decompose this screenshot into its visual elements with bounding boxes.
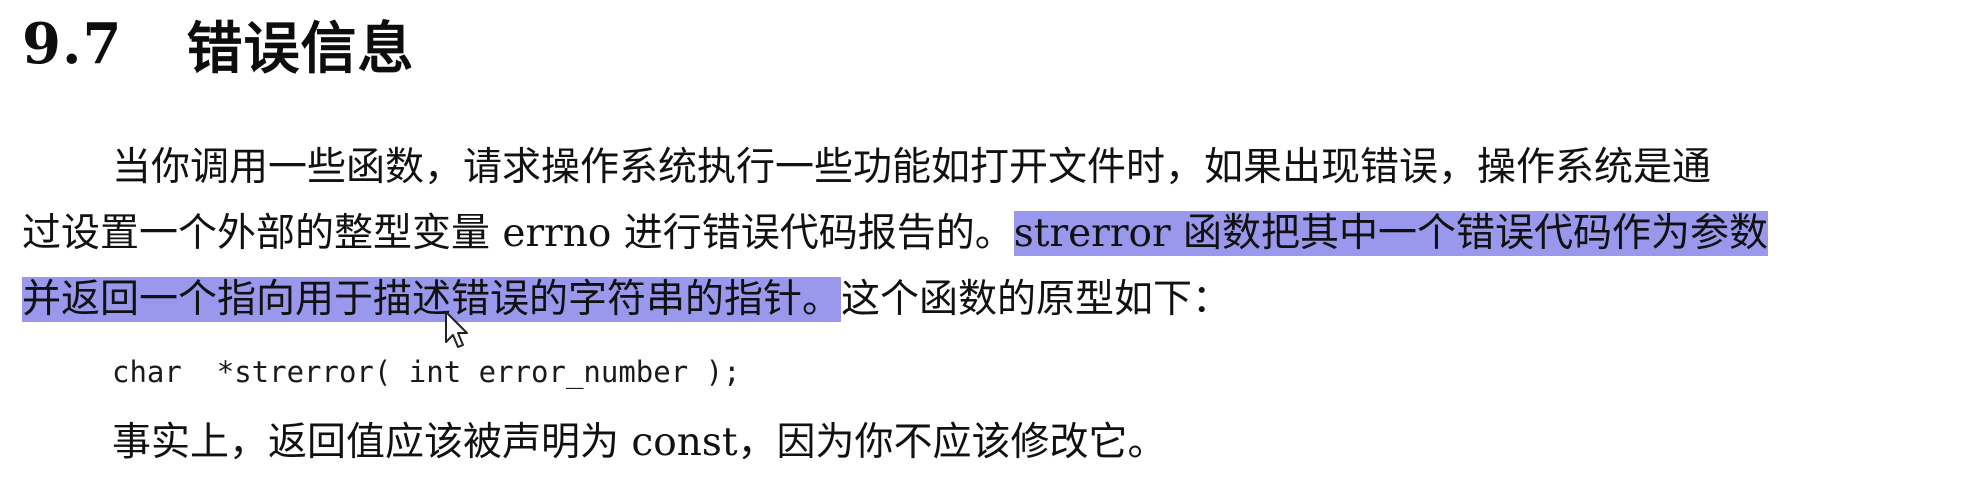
- section-title: 错误信息: [186, 15, 415, 82]
- mouse-pointer-icon: [445, 311, 468, 348]
- section-number: 9.7: [22, 11, 123, 77]
- paragraph-2[interactable]: 事实上，返回值应该被声明为 const，因为你不应该修改它。: [112, 410, 1167, 476]
- paragraph-line-1[interactable]: 当你调用一些函数，请求操作系统执行一些功能如打开文件时，如果出现错误，操作系统是…: [22, 135, 1962, 201]
- selected-text[interactable]: 并返回一个指向用于描述错误的字符串的指针。: [22, 277, 842, 322]
- section-heading: 9.7 错误信息: [22, 6, 414, 82]
- document-page: 9.7 错误信息 当你调用一些函数，请求操作系统执行一些功能如打开文件时，如果出…: [0, 0, 1968, 485]
- paragraph-text[interactable]: 当你调用一些函数，请求操作系统执行一些功能如打开文件时，如果出现错误，操作系统是…: [112, 145, 1711, 190]
- paragraph-text[interactable]: 这个函数的原型如下：: [841, 277, 1231, 322]
- paragraph-line-2[interactable]: 过设置一个外部的整型变量 errno 进行错误代码报告的。strerror 函数…: [22, 201, 1962, 267]
- paragraph-line-3[interactable]: 并返回一个指向用于描述错误的字符串的指针。这个函数的原型如下：: [22, 267, 1962, 333]
- code-prototype[interactable]: char *strerror( int error_number );: [112, 348, 741, 396]
- paragraph-text[interactable]: 过设置一个外部的整型变量 errno 进行错误代码报告的。: [22, 211, 1014, 256]
- selected-text[interactable]: strerror 函数把其中一个错误代码作为参数: [1013, 211, 1768, 256]
